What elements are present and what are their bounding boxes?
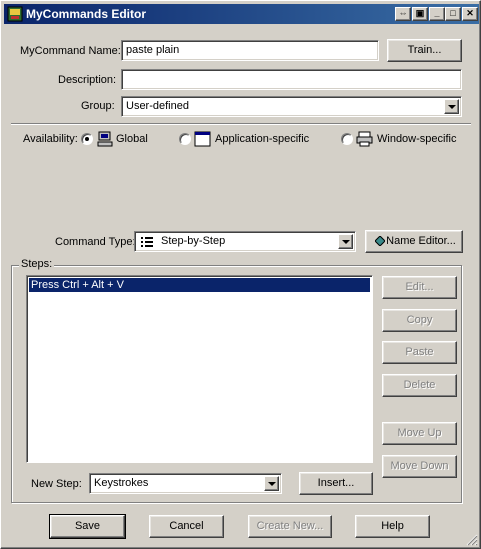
maximize-icon[interactable]: □ bbox=[445, 7, 461, 21]
group-label: Group: bbox=[81, 100, 115, 112]
printer-window-icon bbox=[356, 131, 373, 147]
paste-button[interactable]: Paste bbox=[382, 341, 457, 364]
description-input[interactable] bbox=[121, 69, 462, 90]
move-up-button[interactable]: Move Up bbox=[382, 422, 457, 445]
steps-listbox[interactable]: Press Ctrl + Alt + V bbox=[26, 275, 373, 463]
description-label: Description: bbox=[58, 74, 117, 86]
new-step-value: Keystrokes bbox=[94, 477, 149, 489]
save-button[interactable]: Save bbox=[49, 514, 126, 539]
command-name-input[interactable]: paste plain bbox=[121, 40, 379, 61]
window-title: MyCommands Editor bbox=[26, 7, 147, 21]
pin-icon[interactable]: ⇔ bbox=[395, 7, 411, 21]
name-editor-button[interactable]: Name Editor... bbox=[365, 230, 463, 253]
mycommands-editor-window: MyCommands Editor ⇔ ▣ _ □ ✕ MyCommand Na… bbox=[0, 0, 481, 549]
new-step-combobox[interactable]: Keystrokes bbox=[89, 473, 282, 494]
availability-label: Availability: bbox=[23, 133, 78, 145]
availability-application-label[interactable]: Application-specific bbox=[215, 133, 309, 145]
resize-grip-icon[interactable] bbox=[466, 534, 478, 546]
insert-button[interactable]: Insert... bbox=[299, 472, 373, 495]
command-type-value: Step-by-Step bbox=[161, 235, 226, 247]
create-new-button[interactable]: Create New... bbox=[248, 515, 332, 538]
list-icon bbox=[141, 237, 153, 247]
chevron-down-icon[interactable] bbox=[338, 234, 353, 249]
edit-button[interactable]: Edit... bbox=[382, 276, 457, 299]
steps-label: Steps: bbox=[19, 258, 55, 270]
availability-application-radio[interactable] bbox=[179, 133, 191, 145]
availability-global-label[interactable]: Global bbox=[116, 133, 148, 145]
computer-icon bbox=[97, 131, 113, 147]
separator bbox=[11, 123, 471, 125]
group-combobox[interactable]: User-defined bbox=[121, 96, 462, 117]
chevron-down-icon[interactable] bbox=[264, 476, 279, 491]
chevron-down-icon[interactable] bbox=[444, 99, 459, 114]
cancel-button[interactable]: Cancel bbox=[149, 515, 224, 538]
command-type-label: Command Type: bbox=[55, 236, 136, 248]
delete-button[interactable]: Delete bbox=[382, 374, 457, 397]
app-icon bbox=[7, 6, 23, 22]
close-icon[interactable]: ✕ bbox=[462, 7, 478, 21]
availability-window-label[interactable]: Window-specific bbox=[377, 133, 456, 145]
title-bar[interactable]: MyCommands Editor ⇔ ▣ _ □ ✕ bbox=[4, 4, 479, 24]
help-button[interactable]: Help bbox=[355, 515, 430, 538]
command-name-label: MyCommand Name: bbox=[20, 45, 121, 57]
train-button[interactable]: Train... bbox=[387, 39, 462, 62]
new-step-label: New Step: bbox=[31, 478, 82, 490]
move-down-button[interactable]: Move Down bbox=[382, 455, 457, 478]
restore-icon[interactable]: ▣ bbox=[412, 7, 428, 21]
availability-global-radio[interactable] bbox=[81, 133, 93, 145]
minimize-icon[interactable]: _ bbox=[429, 7, 445, 21]
command-type-combobox[interactable]: Step-by-Step bbox=[134, 231, 356, 252]
tag-icon bbox=[375, 236, 385, 246]
group-value: User-defined bbox=[126, 100, 189, 112]
copy-button[interactable]: Copy bbox=[382, 309, 457, 332]
window-icon bbox=[194, 131, 211, 147]
availability-window-radio[interactable] bbox=[341, 133, 353, 145]
list-item[interactable]: Press Ctrl + Alt + V bbox=[29, 278, 370, 292]
